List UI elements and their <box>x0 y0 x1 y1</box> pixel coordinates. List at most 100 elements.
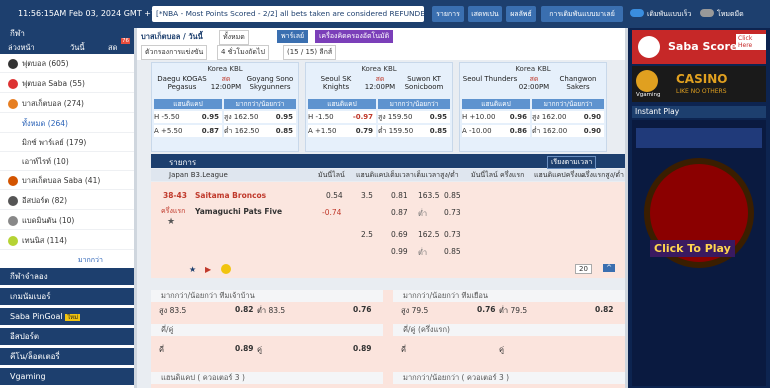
odds-cell[interactable]: สูง 159.50 0.95 <box>378 111 450 123</box>
odds-cell[interactable]: A +5.50 0.87 <box>154 125 222 137</box>
saba-logo-icon <box>638 36 660 58</box>
odds-cell[interactable]: A -10.00 0.86 <box>462 125 530 137</box>
sidebar-sub-parlay[interactable]: มิกซ์ พาร์เลย์ (179) <box>0 133 134 152</box>
ml-away-odds[interactable]: -0.74 <box>322 208 341 217</box>
dark-mode-toggle[interactable] <box>700 9 714 17</box>
odds-cell[interactable]: สูง 162.00 0.90 <box>532 111 604 123</box>
odds-cell[interactable]: ต่ำ 162.50 0.85 <box>224 125 296 137</box>
sidebar-item-basketball-saba[interactable]: บาสเก็ตบอล Saba (41) <box>0 171 134 190</box>
casino-banner[interactable]: Vgaming CASINO LIKE NO OTHERS <box>632 66 766 102</box>
hdp2-home-odds[interactable]: 0.69 <box>391 230 408 239</box>
quick-bet-label: เดิมพันแบบเร็ว <box>647 10 692 18</box>
auto-calc-button[interactable]: เครื่องคิดครองอัตโนมัติ <box>315 30 394 43</box>
live-score: 38-43 <box>163 191 187 200</box>
sort-select[interactable]: เรียงตามเวลา <box>547 156 597 169</box>
featured-card-1[interactable]: Korea KBL Daegu KOGAS Pegasus สด 12:00PM… <box>151 62 299 152</box>
hdp2-away-odds[interactable]: 0.99 <box>391 247 408 256</box>
news-ticker[interactable]: [*NBA - Most Points Scored - 2/2] all be… <box>152 6 424 22</box>
sidebar-item-tennis[interactable]: เทนนิส (114) <box>0 231 134 250</box>
sidebar-item-soccer[interactable]: ฟุตบอล (605) <box>0 54 134 73</box>
tab-early[interactable]: ล่วงหน้า <box>8 42 35 54</box>
statement-button[interactable]: เสดทเปน <box>468 6 502 22</box>
more-markets-select[interactable]: 20 <box>575 264 592 274</box>
odds-cell[interactable]: H -5.50 0.95 <box>154 111 222 123</box>
odds-cell[interactable]: ต่ำ 159.50 0.85 <box>378 125 450 137</box>
clock: 11:56:15AM Feb 03, 2024 GMT +7 <box>18 9 157 18</box>
featured-card-2[interactable]: Korea KBL Seoul SK Knights สด 12:00PM Su… <box>305 62 453 152</box>
ou-under-odds[interactable]: 0.73 <box>444 208 461 217</box>
featured-time: 12:00PM <box>210 83 242 91</box>
soccer-icon <box>8 59 18 69</box>
odds-cell[interactable]: A +1.50 0.79 <box>308 125 376 137</box>
stats-icon[interactable]: ★ <box>189 265 196 274</box>
league-count[interactable]: (15 / 15) ลีกส์ <box>283 45 337 60</box>
hdp-label: แฮนดิแคป <box>154 99 222 109</box>
ou2-over-odds[interactable]: 0.73 <box>444 230 461 239</box>
ou-line-2: 162.5 <box>418 230 440 239</box>
list-title: รายการ <box>169 158 197 167</box>
market-row[interactable]: คี่ คู่ <box>393 344 625 356</box>
col-moneyline: มันนี่ไลน์ <box>318 171 345 179</box>
section-vgaming[interactable]: Vgaming <box>0 368 134 385</box>
column-headers: Japan B3.League มันนี่ไลน์ แฮนดิแคปเต็มเ… <box>151 169 625 181</box>
featured-status: สด <box>221 75 231 83</box>
market-title: มากกว่า/น้อยกว่า ทีมเยือน <box>393 290 625 302</box>
ou-label: มากกว่า/น้อยกว่า <box>378 99 450 109</box>
sidebar-item-basketball[interactable]: บาสเก็ตบอล (274) <box>0 94 134 113</box>
click-to-play-button[interactable]: Click To Play <box>650 240 735 257</box>
market-row[interactable]: คี่ 0.89 คู่ 0.89 <box>151 344 383 356</box>
sidebar-item-badminton[interactable]: แบดมินตัน (10) <box>0 211 134 230</box>
ou-over-odds[interactable]: 0.85 <box>444 191 461 200</box>
section-pingoal[interactable]: Saba PinGoal ใหม่ <box>0 308 134 325</box>
banner-cta: Click Here <box>736 34 766 50</box>
instant-play-banner[interactable]: Click To Play <box>632 120 766 386</box>
featured-home: Seoul SK Knights <box>320 75 352 91</box>
hdp-home-odds[interactable]: 0.81 <box>391 191 408 200</box>
sidebar-sub-outright[interactable]: เอาท์ไรท์ (10) <box>0 152 134 171</box>
section-virtual[interactable]: กีฬาจำลอง <box>0 268 134 285</box>
section-esports[interactable]: อีสปอร์ต <box>0 328 134 345</box>
hdp-away-odds[interactable]: 0.87 <box>391 208 408 217</box>
hdp-label: แฮนดิแคป <box>308 99 376 109</box>
col-hdp: แฮนดิแคปเต็มเวลา <box>356 171 414 179</box>
odds-cell[interactable]: H +10.00 0.96 <box>462 111 530 123</box>
collapse-icon[interactable]: ^ <box>603 264 615 272</box>
market-title: แฮนดิแคป ( ควอเตอร์ 3 ) <box>151 372 383 384</box>
favorite-star-icon[interactable]: ★ <box>167 217 175 227</box>
vgaming-logo-icon <box>636 70 658 92</box>
results-button[interactable]: รายการ <box>432 6 464 22</box>
section-number-game[interactable]: เกมนัมเบอร์ <box>0 288 134 305</box>
section-keno[interactable]: คีโน/ล็อตเตอรี่ <box>0 348 134 365</box>
quick-bet-toggle[interactable] <box>630 9 644 17</box>
odds-settings-button[interactable]: การเดิมพันแบบมาเลย์ <box>541 6 623 22</box>
tab-live[interactable]: สด <box>108 42 117 54</box>
featured-card-3[interactable]: Korea KBL Seoul Thunders สด 02:00PM Chan… <box>459 62 607 152</box>
dark-mode-label: โหมดมืด <box>717 10 744 18</box>
competition-filter[interactable]: ตัวกรองการแข่งขัน <box>141 45 208 60</box>
sidebar-sub-all[interactable]: ทั้งหมด (264) <box>0 114 134 133</box>
result2-button[interactable]: ผลลัพธ์ <box>506 6 536 22</box>
live-tracker-icon[interactable] <box>221 264 231 274</box>
banner-tagline: LIKE NO OTHERS <box>676 88 727 95</box>
video-icon[interactable]: ▶ <box>205 265 211 274</box>
saba-score-banner[interactable]: Saba Score Click Here <box>632 30 766 64</box>
more-sports-link[interactable]: มากกว่า <box>78 255 103 266</box>
tennis-icon <box>8 236 18 246</box>
odds-cell[interactable]: H -1.50 -0.97 <box>308 111 376 123</box>
odds-cell[interactable]: ต่ำ 162.00 0.90 <box>532 125 604 137</box>
sidebar-item-soccer-saba[interactable]: ฟุตบอล Saba (55) <box>0 74 134 93</box>
right-panel: Saba Score Click Here Vgaming CASINO LIK… <box>628 28 770 388</box>
hdp-label: แฮนดิแคป <box>462 99 530 109</box>
ou2-under-odds[interactable]: 0.85 <box>444 247 461 256</box>
sidebar-item-esports[interactable]: อีสปอร์ต (82) <box>0 191 134 210</box>
market-row[interactable]: สูง 83.5 0.82 ต่ำ 83.5 0.76 <box>151 305 383 317</box>
market-title: มากกว่า/น้อยกว่า ( ควอเตอร์ 3 ) <box>393 372 625 384</box>
ml-home-odds[interactable]: 0.54 <box>326 191 343 200</box>
parlay-button[interactable]: พาร์เลย์ <box>277 30 309 43</box>
basketball-saba-icon <box>8 176 18 186</box>
featured-league: Korea KBL <box>361 65 397 73</box>
market-row[interactable]: สูง 79.5 0.76 ต่ำ 79.5 0.82 <box>393 305 625 317</box>
odds-cell[interactable]: สูง 162.50 0.95 <box>224 111 296 123</box>
market-select[interactable]: ทั้งหมด <box>219 30 249 45</box>
time-filter[interactable]: 4 ชั่วโมงถัดไป <box>217 45 269 60</box>
